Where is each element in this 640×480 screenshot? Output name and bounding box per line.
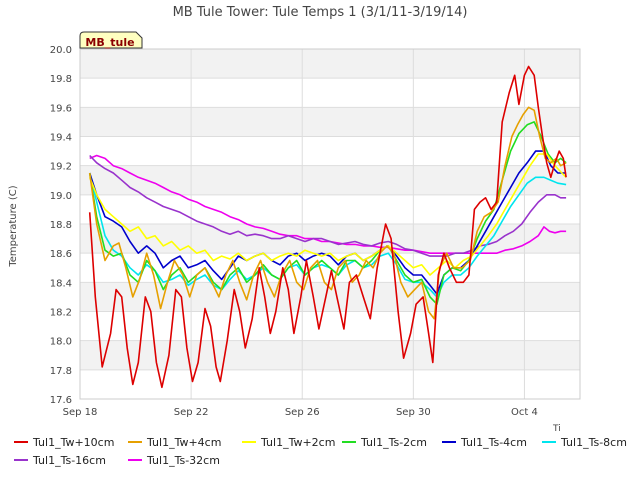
legend-swatch <box>128 441 142 443</box>
station-badge: MB_tule <box>79 31 143 49</box>
y-tick-label: 17.6 <box>50 395 72 406</box>
y-tick-label: 18.8 <box>50 220 72 231</box>
y-tick-label: 18.6 <box>50 249 72 260</box>
legend-item: Tul1_Ts-4cm <box>442 436 527 449</box>
legend-swatch <box>14 459 28 461</box>
legend-swatch <box>242 441 256 443</box>
x-tick-label: Oct 4 <box>511 407 538 418</box>
legend-swatch <box>342 441 356 443</box>
x-tick-label: Sep 30 <box>396 407 431 418</box>
legend-item: Tul1_Ts-32cm <box>128 454 220 467</box>
y-tick-label: 19.8 <box>50 74 72 85</box>
x-tick-label: Sep 22 <box>174 407 209 418</box>
y-tick-label: 18.2 <box>50 308 72 319</box>
y-tick-label: 20.0 <box>50 45 72 56</box>
plot-band <box>80 49 580 79</box>
legend-label: Tul1_Tw+10cm <box>33 436 115 449</box>
legend-label: Tul1_Ts-2cm <box>361 436 427 449</box>
y-tick-labels: 17.6 17.8 18.0 18.2 18.4 18.6 18.8 19.0 19.2 19.4… <box>50 45 72 406</box>
badge-label: MB_tule <box>85 36 134 49</box>
legend-swatch <box>542 441 556 443</box>
y-tick-label: 17.8 <box>50 366 72 377</box>
legend-item: Tul1_Ts-16cm <box>14 454 106 467</box>
y-tick-label: 19.2 <box>50 162 72 173</box>
legend-label: Tul1_Ts-32cm <box>147 454 220 467</box>
y-tick-label: 19.6 <box>50 103 72 114</box>
x-tick-label: Sep 26 <box>285 407 320 418</box>
legend-label: Tul1_Tw+4cm <box>147 436 222 449</box>
legend-swatch <box>14 441 28 443</box>
y-tick-label: 18.0 <box>50 337 72 348</box>
legend-item: Tul1_Ts-8cm <box>542 436 627 449</box>
chart: 17.6 17.8 18.0 18.2 18.4 18.6 18.8 19.0 19.2 19.4… <box>8 5 581 432</box>
chart-title: MB Tule Tower: Tule Temps 1 (3/1/11-3/19… <box>173 5 468 20</box>
x-tick-labels: Sep 18 Sep 22 Sep 26 Sep 30 Oct 4 <box>63 407 538 418</box>
series-line-tul1-ts-2cm <box>88 121 567 305</box>
legend-item: Tul1_Tw+10cm <box>14 436 114 449</box>
legend-swatch <box>128 459 142 461</box>
y-tick-label: 19.4 <box>50 133 72 144</box>
y-tick-label: 19.0 <box>50 191 72 202</box>
y-axis-label: Temperature (C) <box>8 185 19 267</box>
corner-label: Ti <box>552 424 561 432</box>
legend-label: Tul1_Ts-16cm <box>33 454 106 467</box>
legend-label: Tul1_Ts-8cm <box>561 436 627 449</box>
y-tick-label: 18.4 <box>50 278 72 289</box>
legend-item: Tul1_Ts-2cm <box>342 436 427 449</box>
legend-item: Tul1_Tw+2cm <box>242 436 335 449</box>
legend-label: Tul1_Ts-4cm <box>461 436 527 449</box>
plot-band <box>80 282 580 312</box>
legend-label: Tul1_Tw+2cm <box>261 436 336 449</box>
legend-swatch <box>442 441 456 443</box>
plot-band <box>80 224 580 254</box>
legend-item: Tul1_Tw+4cm <box>128 436 221 449</box>
x-tick-label: Sep 18 <box>63 407 98 418</box>
legend: Tul1_Tw+10cm Tul1_Tw+4cm Tul1_Tw+2cm Tul1_T… <box>0 432 640 480</box>
